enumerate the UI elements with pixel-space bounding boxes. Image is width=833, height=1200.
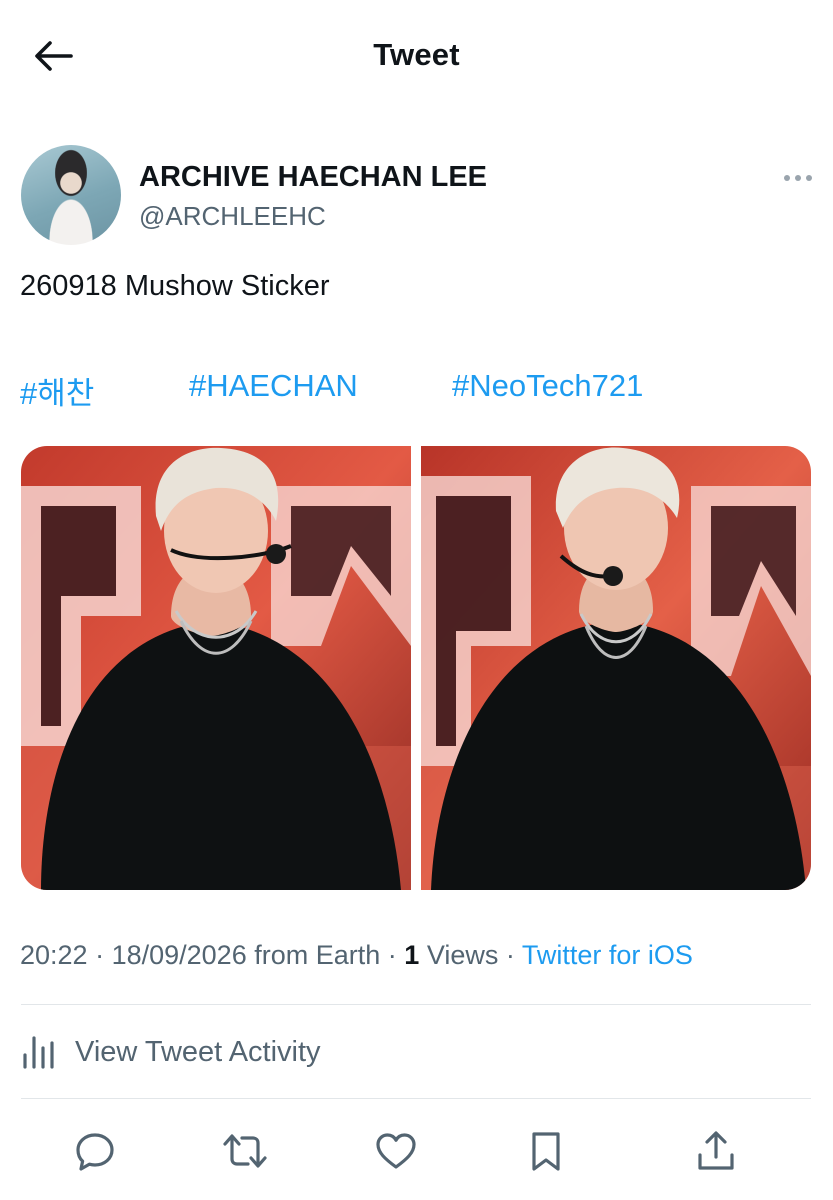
more-horizontal-icon xyxy=(784,175,812,181)
page-title: Tweet xyxy=(373,37,460,72)
hashtag-link[interactable]: #NeoTech721 xyxy=(452,368,643,404)
tweet-meta: 20:22 · 18/09/2026 from Earth · 1 Views … xyxy=(20,940,693,971)
view-tweet-activity-button[interactable]: View Tweet Activity xyxy=(21,1028,321,1076)
views-count: 1 xyxy=(404,940,420,970)
concert-photo-image xyxy=(421,446,811,890)
concert-photo-image xyxy=(21,446,411,890)
bar-chart-icon xyxy=(23,1036,54,1069)
divider xyxy=(21,1004,811,1005)
share-button[interactable] xyxy=(693,1128,739,1174)
tweet-photo-2[interactable] xyxy=(421,446,811,890)
reply-icon xyxy=(76,1133,114,1171)
tweet-photo-1[interactable] xyxy=(21,446,411,890)
tweet-media xyxy=(21,446,811,890)
divider xyxy=(21,1098,811,1099)
tweet-text: 260918 Mushow Sticker xyxy=(20,270,330,302)
avatar[interactable] xyxy=(21,145,121,245)
bookmark-button[interactable] xyxy=(523,1128,569,1174)
share-icon xyxy=(698,1131,734,1170)
reply-button[interactable] xyxy=(72,1128,118,1174)
tweet-time: 20:22 xyxy=(20,940,88,970)
author-display-name[interactable]: ARCHIVE HAECHAN LEE xyxy=(139,161,487,194)
top-bar: Tweet xyxy=(0,0,833,112)
like-button[interactable] xyxy=(373,1128,419,1174)
activity-label: View Tweet Activity xyxy=(75,1035,321,1068)
hashtag-link[interactable]: #HAECHAN xyxy=(189,368,358,404)
hashtag-link[interactable]: #해찬 xyxy=(20,368,94,413)
separator: · xyxy=(380,940,405,970)
more-options-button[interactable] xyxy=(781,165,815,191)
tweet-date: 18/09/2026 xyxy=(111,940,247,970)
tweet-location: from Earth xyxy=(254,940,381,970)
separator: · xyxy=(498,940,522,970)
retweet-icon xyxy=(223,1134,267,1168)
retweet-button[interactable] xyxy=(222,1128,268,1174)
tweet-source-link[interactable]: Twitter for iOS xyxy=(522,940,693,970)
separator: · xyxy=(87,940,112,970)
bookmark-icon xyxy=(532,1132,560,1171)
author-handle[interactable]: @ARCHLEEHC xyxy=(139,201,326,232)
tweet-author: ARCHIVE HAECHAN LEE @ARCHLEEHC xyxy=(21,145,812,245)
like-icon xyxy=(376,1133,416,1169)
views-label: Views xyxy=(426,940,499,970)
